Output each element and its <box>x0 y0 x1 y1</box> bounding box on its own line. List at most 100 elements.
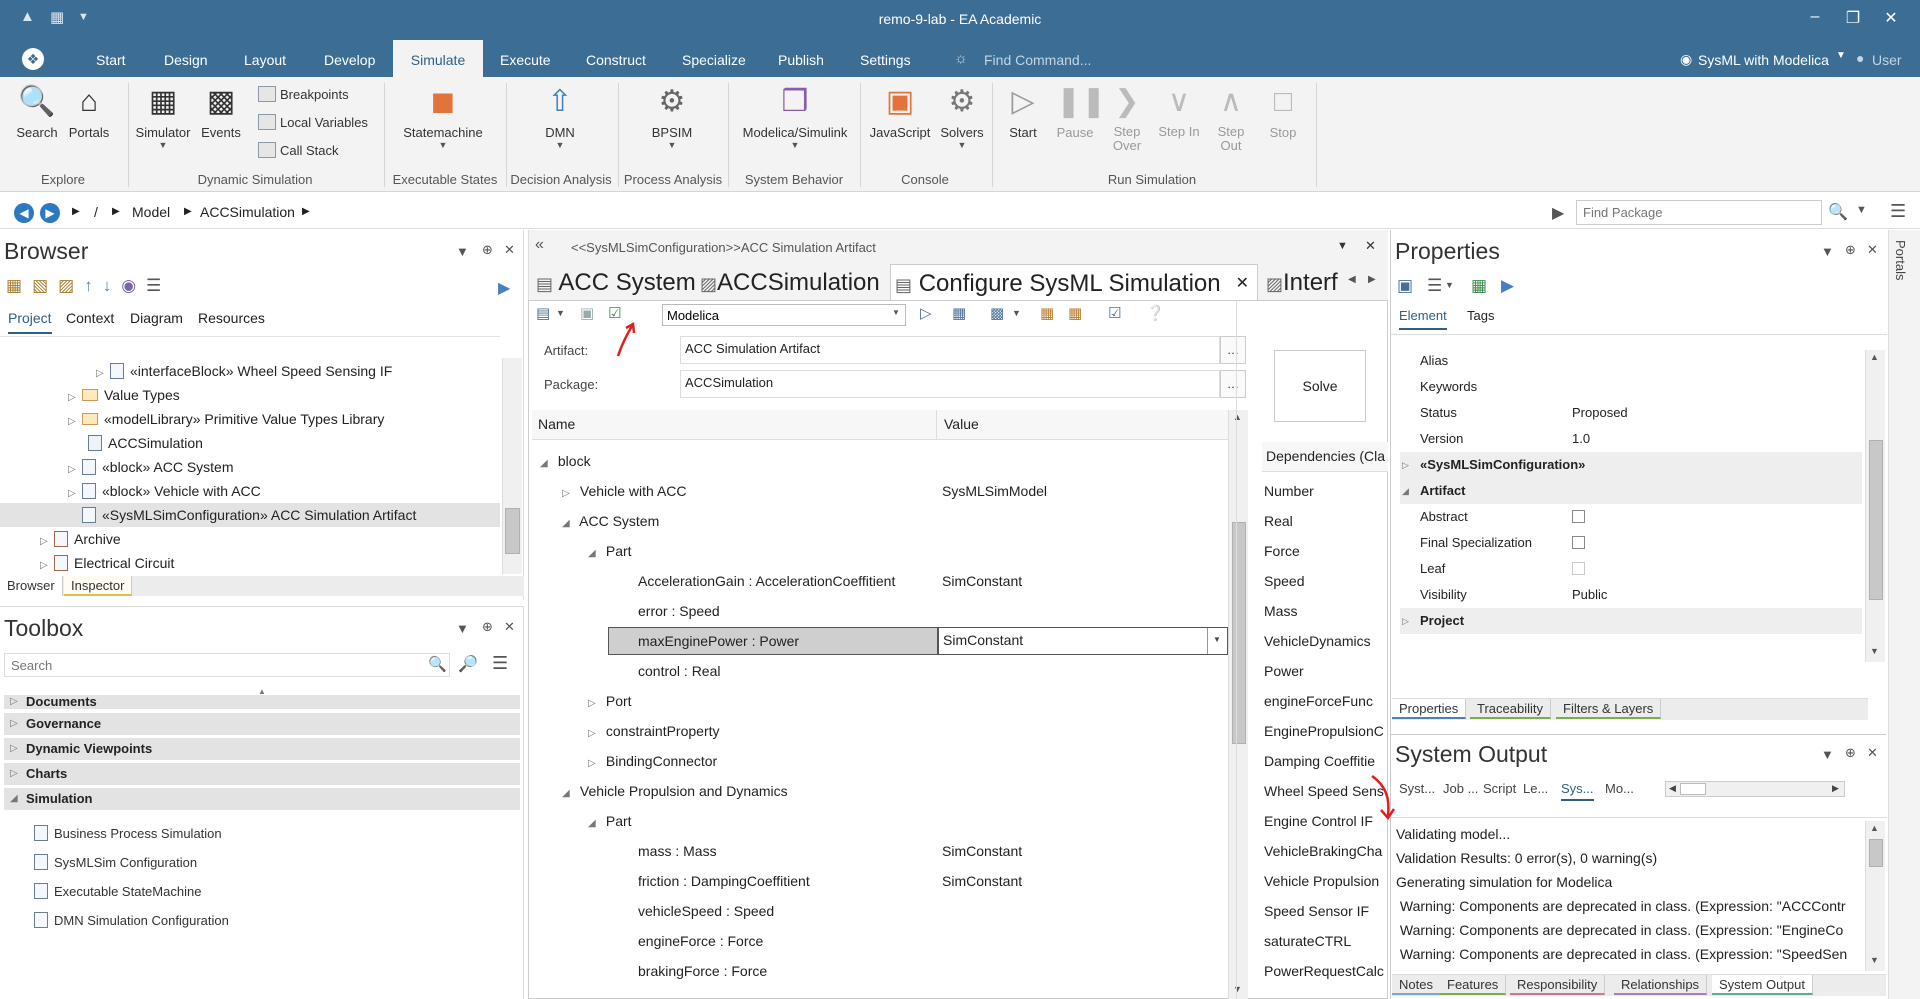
property-row[interactable]: Version 1.0 <box>1400 426 1862 452</box>
column-name[interactable]: Name <box>538 416 575 432</box>
scroll-thumb[interactable] <box>1232 522 1246 744</box>
property-row[interactable]: Visibility Public <box>1400 582 1862 608</box>
menu-tab-specialize[interactable]: Specialize <box>668 40 760 77</box>
forward-icon[interactable]: ▶ <box>40 203 60 223</box>
tree-add-icon[interactable]: ▦ <box>1040 304 1054 322</box>
play-icon[interactable]: ▶ <box>498 278 510 298</box>
collapse-left-icon[interactable]: « <box>535 236 544 254</box>
tab-interf[interactable]: ▨Interf <box>1262 264 1348 300</box>
tab-diagram[interactable]: Diagram <box>130 310 183 326</box>
category-simulation[interactable]: ◢ Simulation <box>4 788 520 810</box>
toolbox-search-input[interactable] <box>4 653 450 677</box>
scroll-down-icon[interactable]: ▼ <box>1233 984 1242 994</box>
chevron-down-icon[interactable]: ▼ <box>1213 635 1221 644</box>
category-documents[interactable]: ▷ Documents <box>4 695 520 709</box>
modelica-simulink-button[interactable]: ❒ Modelica/Simulink ▼ <box>732 83 858 150</box>
scroll-up-icon[interactable]: ▲ <box>1870 352 1879 362</box>
collapse-icon[interactable]: ◢ <box>540 451 554 477</box>
tree-item[interactable]: ▷ «modelLibrary» Primitive Value Types Li… <box>68 407 384 431</box>
browser-scrollbar[interactable] <box>502 358 522 574</box>
dependency-item[interactable]: Number <box>1264 478 1388 504</box>
chevron-down-icon[interactable]: ▼ <box>892 308 900 317</box>
expand-icon[interactable]: ▷ <box>588 721 602 747</box>
tab-configure-sysml-simulation[interactable]: ▤ Configure SysML Simulation ✕ <box>890 264 1258 300</box>
filter-icon[interactable]: ▼ <box>1856 204 1867 216</box>
tool-executable-statemachine[interactable]: Executable StateMachine <box>34 880 201 904</box>
folder-icon[interactable]: ▧ <box>32 276 58 295</box>
close-icon[interactable]: ✕ <box>504 619 515 635</box>
tree-item[interactable]: ▷ Value Types <box>68 383 180 407</box>
property-row[interactable]: Alias <box>1400 348 1862 374</box>
chevron-down-icon[interactable]: ▼ <box>1337 240 1348 252</box>
breakpoints-button[interactable]: Breakpoints <box>258 83 349 107</box>
menu-tab-construct[interactable]: Construct <box>572 40 660 77</box>
column-value[interactable]: Value <box>944 416 979 432</box>
artifact-browse-button[interactable]: … <box>1220 336 1246 364</box>
step-out-button[interactable]: ∧ Step Out <box>1206 83 1256 153</box>
scroll-thumb[interactable] <box>1680 783 1706 795</box>
generate-icon[interactable]: ▦ <box>952 304 966 322</box>
chevron-down-icon[interactable]: ▼ <box>1445 280 1454 290</box>
dependency-item[interactable]: Speed <box>1264 568 1388 594</box>
find-command-input[interactable]: Find Command... <box>984 52 1091 68</box>
local-variables-button[interactable]: Local Variables <box>258 111 368 135</box>
search-icon[interactable]: 🔎 <box>458 654 478 674</box>
diagram-icon[interactable]: ▨ <box>58 276 84 295</box>
tree-remove-icon[interactable]: ▦ <box>1068 304 1082 322</box>
scroll-down-icon[interactable]: ▼ <box>1870 646 1879 656</box>
portals-button[interactable]: ⌂ Portals <box>64 83 114 140</box>
property-row[interactable]: Status Proposed <box>1400 400 1862 426</box>
pause-button[interactable]: ❚❚ Pause <box>1050 83 1106 140</box>
tab-properties[interactable]: Properties <box>1392 699 1467 719</box>
property-row[interactable]: Leaf <box>1400 556 1862 582</box>
package-browse-button[interactable]: … <box>1220 370 1246 398</box>
call-stack-button[interactable]: Call Stack <box>258 139 339 163</box>
close-icon[interactable]: ✕ <box>1365 238 1376 254</box>
move-down-icon[interactable]: ↓ <box>103 276 122 295</box>
grid-row[interactable]: mass : Mass <box>638 838 717 864</box>
search-icon[interactable]: 🔍 <box>428 655 447 673</box>
search-icon[interactable]: 🔍 <box>1828 202 1848 222</box>
grid-row[interactable]: error : Speed <box>638 598 720 624</box>
tree-item[interactable]: ▷ «interfaceBlock» Wheel Speed Sensing IF <box>96 359 392 383</box>
close-icon[interactable]: ✕ <box>504 242 515 258</box>
pin-icon[interactable]: ⊕ <box>482 242 493 258</box>
tree-item[interactable]: ACCSimulation <box>88 431 203 455</box>
tab-sysml-sim[interactable]: Sys... <box>1561 781 1594 801</box>
statemachine-button[interactable]: ◼ Statemachine ▼ <box>398 83 488 150</box>
tab-le[interactable]: Le... <box>1523 781 1548 796</box>
category-dynamic-viewpoints[interactable]: ▷ Dynamic Viewpoints <box>4 738 520 760</box>
grid-row[interactable]: ◢ Part <box>588 538 632 564</box>
grid-cell-value[interactable]: SysMLSimModel <box>942 478 1047 504</box>
hamburger-icon[interactable]: ☰ <box>1427 276 1442 296</box>
dependency-item[interactable]: Speed Sensor IF <box>1264 898 1388 924</box>
property-value[interactable]: Proposed <box>1572 400 1628 426</box>
output-scrollbar[interactable]: ▲ ▼ <box>1865 821 1885 971</box>
events-button[interactable]: ▩ Events <box>196 83 246 140</box>
dependency-item[interactable]: Force <box>1264 538 1388 564</box>
dependency-item[interactable]: Power <box>1264 658 1388 684</box>
dependency-item[interactable]: Real <box>1264 508 1388 534</box>
user-menu[interactable]: User <box>1872 52 1902 68</box>
output-tabs-scrollbar[interactable]: ◀ ▶ <box>1665 781 1845 797</box>
hamburger-icon[interactable]: ☰ <box>1890 201 1906 222</box>
breadcrumb-root[interactable]: / <box>94 204 98 220</box>
grid-row[interactable]: ▷ constraintProperty <box>588 718 720 744</box>
tab-job[interactable]: Job ... <box>1443 781 1478 796</box>
expand-icon[interactable]: ▷ <box>1402 608 1409 634</box>
tab-responsibility[interactable]: Responsibility <box>1510 975 1606 995</box>
start-button[interactable]: ▷ Start <box>998 83 1048 140</box>
properties-scrollbar[interactable]: ▲ ▼ <box>1865 350 1885 662</box>
save-icon[interactable]: ▣ <box>1397 276 1413 296</box>
property-row[interactable]: Final Specialization <box>1400 530 1862 556</box>
restore-icon[interactable]: ❐ <box>1838 8 1868 28</box>
help-icon[interactable]: ❔ <box>1146 304 1165 322</box>
tab-inspector[interactable]: Inspector <box>64 576 133 596</box>
tab-browser[interactable]: Browser <box>0 576 63 596</box>
chevron-down-icon[interactable]: ▼ <box>1012 308 1021 318</box>
chevron-down-icon[interactable]: ▼ <box>1821 244 1834 259</box>
grid-cell-value[interactable]: SimConstant <box>942 568 1022 594</box>
tab-resources[interactable]: Resources <box>198 310 265 326</box>
tree-item[interactable]: ▷ Archive <box>40 527 121 551</box>
tab-filters-layers[interactable]: Filters & Layers <box>1556 699 1662 719</box>
